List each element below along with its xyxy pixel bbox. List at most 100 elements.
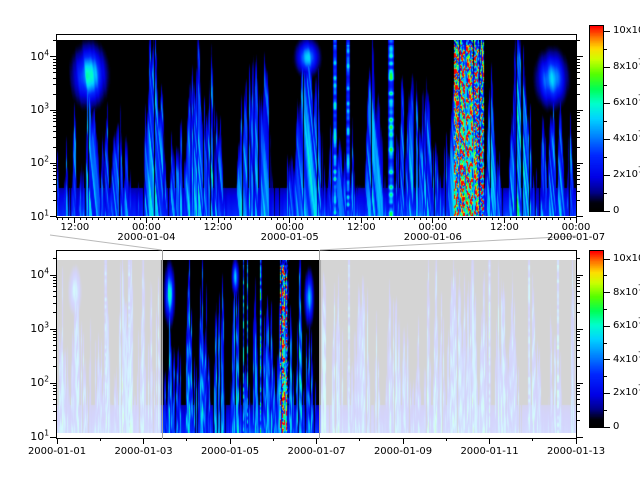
colorbar-tick-label: 6x107 <box>613 97 640 108</box>
colorbar-tick-label: 0 <box>613 421 619 432</box>
y-minor-tick <box>576 394 580 395</box>
y-minor-tick <box>576 131 580 132</box>
x-tick <box>516 217 517 220</box>
colorbar-tick <box>604 326 610 327</box>
y-minor-tick <box>576 94 580 95</box>
colorbar-tick-label: 2x107 <box>613 387 640 398</box>
y-minor-tick <box>576 121 580 122</box>
y-minor-tick <box>576 388 580 389</box>
x-tick <box>420 217 421 220</box>
y-minor-tick <box>576 112 580 113</box>
x-tick <box>235 217 236 220</box>
x-tick <box>414 217 415 220</box>
x-tick <box>408 217 409 220</box>
colorbar-tick-label: 10x107 <box>613 25 640 36</box>
y-minor-tick <box>53 78 57 79</box>
x-tick <box>316 438 317 444</box>
x-tick <box>253 217 254 220</box>
x-tick-date-label: 2000-01-04 <box>111 232 181 243</box>
colorbar-tick-label: 4x107 <box>613 354 640 365</box>
x-tick <box>182 217 183 220</box>
y-minor-tick <box>53 175 57 176</box>
x-tick <box>373 217 374 220</box>
y-minor-tick <box>576 126 580 127</box>
x-tick <box>552 217 553 220</box>
x-tick <box>486 217 487 220</box>
x-tick <box>134 217 135 220</box>
x-tick <box>558 217 559 220</box>
x-tick <box>80 217 81 220</box>
y-tick <box>576 275 583 276</box>
y-minor-tick <box>576 59 580 60</box>
x-tick <box>100 438 101 441</box>
x-tick <box>200 217 201 220</box>
y-minor-tick <box>576 303 580 304</box>
y-minor-tick <box>53 94 57 95</box>
x-tick <box>122 217 123 220</box>
x-tick <box>186 438 187 441</box>
y-minor-tick <box>53 258 57 259</box>
colorbar-tick-label: 6x107 <box>613 320 640 331</box>
x-tick <box>532 438 533 441</box>
y-tick <box>50 216 57 217</box>
y-minor-tick <box>53 200 57 201</box>
x-tick <box>283 217 284 220</box>
x-tick <box>355 217 356 220</box>
y-minor-tick <box>576 391 580 392</box>
x-tick <box>343 217 344 220</box>
y-minor-tick <box>53 385 57 386</box>
y-minor-tick <box>53 168 57 169</box>
x-tick <box>110 217 111 220</box>
x-tick <box>564 217 565 220</box>
zoom-region[interactable] <box>162 250 321 439</box>
x-tick-label: 12:00 <box>469 222 539 233</box>
x-tick <box>570 217 571 220</box>
y-tick <box>576 437 583 438</box>
x-tick <box>98 217 99 220</box>
x-tick <box>140 217 141 220</box>
x-tick <box>271 217 272 220</box>
x-tick <box>319 217 320 220</box>
y-tick-label: 103 <box>23 322 49 335</box>
colorbar-tick <box>604 275 607 276</box>
x-tick <box>546 217 547 220</box>
y-tick-label: 101 <box>23 430 49 443</box>
colorbar-tick <box>604 85 607 86</box>
zoom-region-right-handle[interactable] <box>319 250 320 439</box>
y-minor-tick <box>53 147 57 148</box>
x-tick <box>337 217 338 220</box>
x-tick <box>206 217 207 220</box>
x-tick <box>68 217 69 220</box>
x-tick <box>444 217 445 220</box>
y-minor-tick <box>53 65 57 66</box>
y-minor-tick <box>53 184 57 185</box>
y-tick <box>576 216 583 217</box>
x-tick <box>522 217 523 220</box>
x-tick <box>158 217 159 220</box>
y-tick <box>576 110 583 111</box>
x-tick <box>143 438 144 444</box>
x-tick <box>301 217 302 220</box>
y-minor-tick <box>576 385 580 386</box>
y-minor-tick <box>576 337 580 338</box>
zoom-region-left-handle[interactable] <box>162 250 163 439</box>
colorbar-tick <box>604 309 607 310</box>
y-minor-tick <box>53 131 57 132</box>
y-minor-tick <box>53 394 57 395</box>
x-tick-label: 2000-01-13 <box>541 446 611 457</box>
colorbar-tick <box>604 393 610 394</box>
x-tick <box>212 217 213 220</box>
colorbar-tick <box>604 103 610 104</box>
x-tick-label: 2000-01-11 <box>455 446 525 457</box>
y-tick-label: 102 <box>23 156 49 169</box>
x-tick <box>403 438 404 444</box>
x-tick <box>116 217 117 220</box>
y-minor-tick <box>576 175 580 176</box>
x-tick <box>468 217 469 220</box>
y-minor-tick <box>576 312 580 313</box>
y-minor-tick <box>576 184 580 185</box>
colorbar-tick-label: 4x107 <box>613 133 640 144</box>
y-minor-tick <box>53 191 57 192</box>
x-tick-label: 12:00 <box>183 222 253 233</box>
y-minor-tick <box>53 340 57 341</box>
